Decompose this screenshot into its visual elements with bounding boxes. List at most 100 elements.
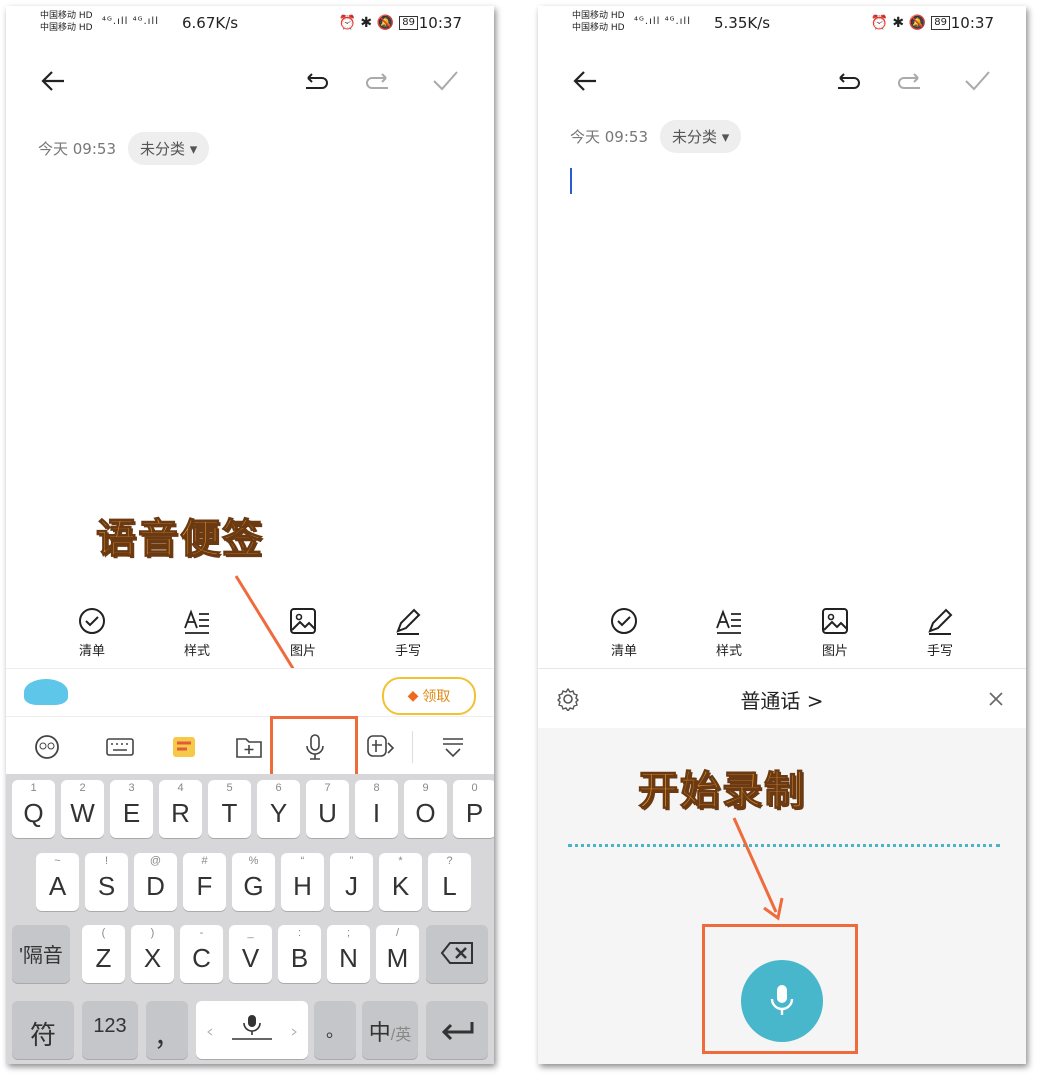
record-button[interactable] [741, 960, 823, 1042]
key-b[interactable]: :B [278, 925, 321, 983]
key-o[interactable]: 9O [404, 780, 447, 838]
keyboard-top-bar: ◆ 领取 [6, 668, 494, 717]
emoji-face-icon[interactable] [32, 733, 62, 761]
battery-icon: 89 [931, 16, 950, 30]
category-dropdown[interactable]: 未分类 ▾ [660, 120, 742, 153]
key-y[interactable]: 6Y [257, 780, 300, 838]
back-arrow-icon[interactable] [38, 66, 68, 96]
key-t[interactable]: 5T [208, 780, 251, 838]
key-w[interactable]: 2W [61, 780, 104, 838]
tool-handwriting[interactable]: 手写 [910, 606, 970, 659]
status-icons: ⏰ ✱ 🔕 [338, 15, 395, 31]
enter-key[interactable] [426, 1001, 488, 1059]
space-mic-icon [207, 1015, 297, 1040]
text-style-icon [184, 609, 209, 634]
keyboard: 1Q2W3E4R5T6Y7U8I9O0P ~ A! S @ D # F% G “H” J * K? L … [6, 774, 494, 1064]
checklist-icon [79, 608, 105, 634]
numbers-key[interactable]: 123 [82, 1001, 138, 1059]
network-speed: 6.67K/s [182, 14, 239, 32]
tool-image[interactable]: 图片 [273, 606, 333, 659]
period-key[interactable]: 。 [314, 1001, 356, 1059]
handwrite-pad-icon[interactable] [366, 733, 396, 761]
key-label: S [97, 871, 116, 901]
key-v[interactable]: _ V [229, 925, 272, 983]
left-phone-screen: 中国移动 HD 中国移动 HD ⁴ᴳ.ıll ⁴ᴳ.ıll 6.67K/s ⏰ ✱… [6, 6, 494, 1064]
confirm-check-icon[interactable] [430, 66, 460, 96]
key-h[interactable]: “H [281, 853, 324, 911]
category-dropdown[interactable]: 未分类 ▾ [128, 132, 210, 165]
language-selector[interactable]: 普通话 > [538, 685, 1026, 714]
tool-style[interactable]: 样式 [699, 606, 759, 659]
note-tools: 清单 样式 图片 手写 [538, 606, 1026, 666]
back-arrow-icon[interactable] [570, 66, 600, 96]
key-m[interactable]: / M [376, 925, 419, 983]
key-hint: ) [150, 927, 155, 939]
key-hint: 0 [471, 782, 478, 794]
key-k[interactable]: * K [379, 853, 422, 911]
text-cursor[interactable] [570, 168, 572, 194]
key-r[interactable]: 4R [159, 780, 202, 838]
key-label: E [122, 798, 141, 828]
tool-checklist[interactable]: 清单 [62, 606, 122, 659]
signal-icon: ⁴ᴳ.ıll ⁴ᴳ.ıll [102, 16, 159, 27]
key-c[interactable]: -C [180, 925, 223, 983]
promo-button[interactable]: ◆ 领取 [382, 677, 476, 715]
tool-image[interactable]: 图片 [805, 606, 865, 659]
language-switch-key[interactable]: 中/英 [362, 1001, 418, 1059]
collapse-keyboard-icon[interactable] [438, 733, 468, 761]
tool-style[interactable]: 样式 [167, 606, 227, 659]
key-hint: ; [346, 927, 351, 939]
toolbar-divider [412, 731, 413, 763]
key-hint: / [395, 927, 400, 939]
close-icon[interactable] [988, 691, 1004, 707]
undo-icon[interactable] [300, 66, 330, 96]
status-icons: ⏰ ✱ 🔕 [870, 15, 927, 31]
sticker-icon[interactable] [169, 733, 199, 761]
key-g[interactable]: % G [232, 853, 275, 911]
key-q[interactable]: 1Q [12, 780, 55, 838]
annotation-start-recording: 开始录制 [637, 766, 806, 814]
key-label: D [146, 871, 165, 901]
space-key[interactable] [196, 1001, 308, 1059]
key-i[interactable]: 8I [355, 780, 398, 838]
keyboard-toolbar [6, 716, 494, 775]
key-s[interactable]: ! S [85, 853, 128, 911]
key-label: Q [23, 798, 44, 828]
confirm-check-icon[interactable] [962, 66, 992, 96]
key-label: I [372, 798, 381, 828]
key-j[interactable]: ” J [330, 853, 373, 911]
key-u[interactable]: 7U [306, 780, 349, 838]
tool-handwriting[interactable]: 手写 [378, 606, 438, 659]
key-x[interactable]: ) X [131, 925, 174, 983]
key-hint: ” [349, 855, 354, 867]
key-label: H [293, 871, 312, 901]
key-f[interactable]: # F [183, 853, 226, 911]
image-icon [822, 608, 848, 634]
folder-add-icon[interactable] [234, 733, 264, 761]
key-hint: 8 [373, 782, 380, 794]
separator-key[interactable]: '隔音 [12, 925, 70, 983]
key-z[interactable]: (Z [82, 925, 125, 983]
key-hint: : [297, 927, 302, 939]
key-a[interactable]: ~ A [36, 853, 79, 911]
backspace-key[interactable] [426, 925, 488, 983]
keyboard-icon[interactable] [105, 733, 135, 761]
mascot-icon[interactable] [24, 679, 68, 705]
key-hint: ~ [54, 855, 61, 867]
key-e[interactable]: 3E [110, 780, 153, 838]
redo-icon[interactable] [896, 66, 926, 96]
key-n[interactable]: ; N [327, 925, 370, 983]
key-hint: 4 [177, 782, 184, 794]
tool-checklist[interactable]: 清单 [594, 606, 654, 659]
key-hint: 5 [226, 782, 233, 794]
key-d[interactable]: @ D [134, 853, 177, 911]
key-label: W [70, 798, 95, 828]
key-label: N [339, 943, 358, 973]
redo-icon[interactable] [364, 66, 394, 96]
symbol-key[interactable]: 符 [12, 1001, 74, 1059]
key-l[interactable]: ? L [428, 853, 471, 911]
undo-icon[interactable] [832, 66, 862, 96]
key-p[interactable]: 0P [453, 780, 494, 838]
clock: 10:37 [950, 14, 994, 32]
comma-key[interactable]: ， [146, 1001, 188, 1059]
